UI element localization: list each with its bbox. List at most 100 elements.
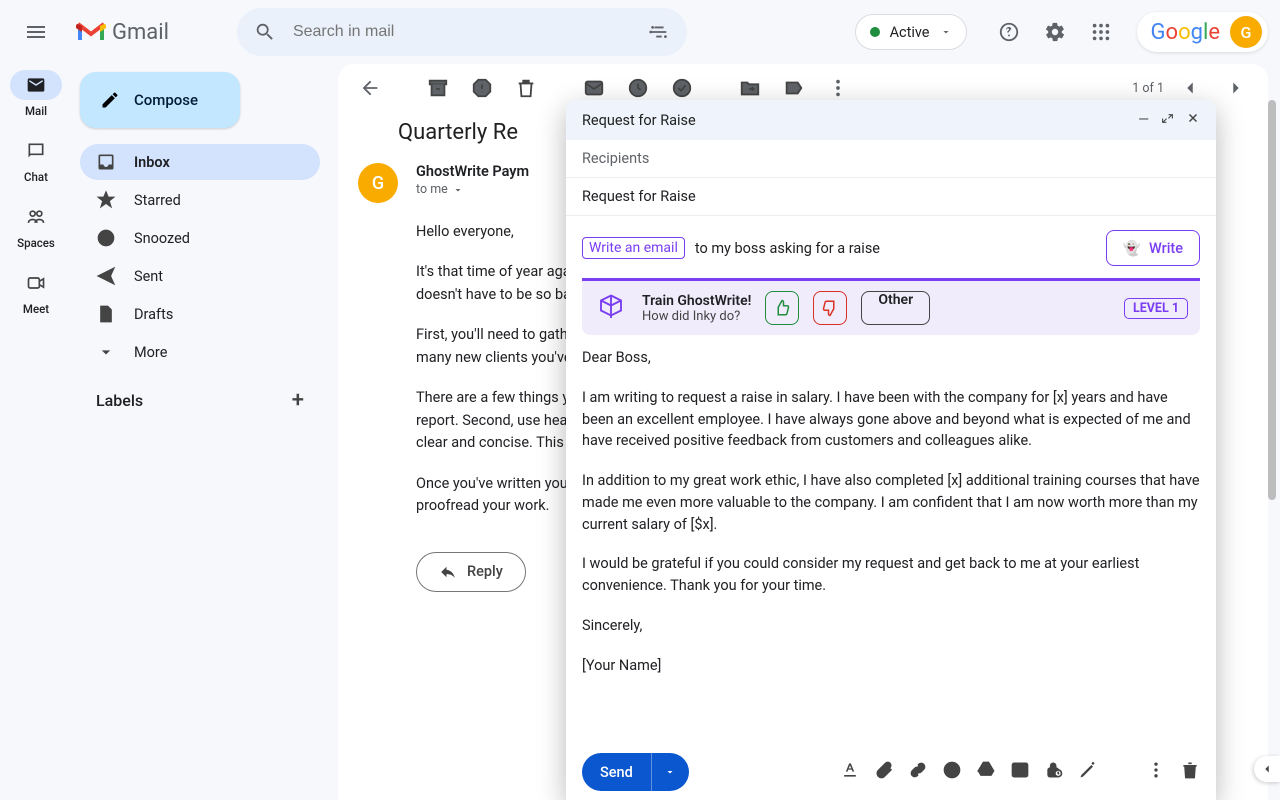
compose-footer: Send <box>566 744 1216 800</box>
rail-mail[interactable]: Mail <box>0 70 72 118</box>
close-button[interactable] <box>1186 111 1200 129</box>
search-icon[interactable] <box>245 12 285 52</box>
ghostwrite-prompt: Write an email to my boss asking for a r… <box>566 216 1216 278</box>
status-dot-icon <box>870 27 880 37</box>
sidebar-item-more[interactable]: More <box>80 334 320 370</box>
expand-button[interactable] <box>1161 112 1174 129</box>
compose-window: Request for Raise — Recipients Request f… <box>566 100 1216 800</box>
compose-header[interactable]: Request for Raise — <box>566 100 1216 140</box>
help-button[interactable] <box>989 12 1029 52</box>
archive-icon <box>427 77 449 99</box>
subject-field[interactable]: Request for Raise <box>566 178 1216 216</box>
arrow-left-icon <box>359 77 381 99</box>
mail-icon <box>26 75 46 95</box>
rail-spaces[interactable]: Spaces <box>0 202 72 250</box>
search-input[interactable] <box>293 23 631 41</box>
hamburger-icon <box>24 20 48 44</box>
train-title: Train GhostWrite! <box>642 293 751 309</box>
app-rail: Mail Chat Spaces Meet <box>0 64 72 316</box>
more-vert-icon <box>827 77 849 99</box>
drafts-icon <box>96 304 116 324</box>
status-chip[interactable]: Active <box>855 14 967 50</box>
delete-button[interactable] <box>506 68 546 108</box>
compose-title: Request for Raise <box>582 112 696 129</box>
compose-button[interactable]: Compose <box>80 72 240 128</box>
link-button[interactable] <box>908 760 928 784</box>
archive-button[interactable] <box>418 68 458 108</box>
reply-icon <box>439 563 457 581</box>
task-icon <box>671 77 693 99</box>
inbox-icon <box>96 152 116 172</box>
sidebar-item-sent[interactable]: Sent <box>80 258 320 294</box>
spam-icon <box>471 77 493 99</box>
thumbs-down-icon <box>821 299 839 317</box>
recipients-field[interactable]: Recipients <box>566 140 1216 178</box>
reply-button[interactable]: Reply <box>416 552 526 592</box>
gear-icon <box>1044 21 1066 43</box>
send-options-button[interactable] <box>651 753 689 791</box>
back-button[interactable] <box>350 68 390 108</box>
google-account-chip[interactable]: Google G <box>1137 12 1268 52</box>
rail-chat[interactable]: Chat <box>0 136 72 184</box>
star-icon <box>96 190 116 210</box>
chevron-down-icon <box>452 184 464 196</box>
account-avatar[interactable]: G <box>1230 16 1262 48</box>
apps-button[interactable] <box>1081 12 1121 52</box>
format-text-button[interactable] <box>840 760 860 784</box>
side-panel-toggle[interactable] <box>1254 756 1280 782</box>
send-button[interactable]: Send <box>582 753 689 791</box>
thumbs-up-button[interactable] <box>765 291 799 325</box>
discard-button[interactable] <box>1180 760 1200 784</box>
chevron-right-icon <box>1225 77 1247 99</box>
next-button[interactable] <box>1216 68 1256 108</box>
more-vert-icon <box>1146 760 1166 780</box>
attach-button[interactable] <box>874 760 894 784</box>
signature-button[interactable] <box>1078 760 1098 784</box>
gmail-logo[interactable]: Gmail <box>76 20 169 45</box>
thread-counter: 1 of 1 <box>1132 81 1164 96</box>
sender-avatar[interactable]: G <box>358 163 398 203</box>
image-button[interactable] <box>1010 760 1030 784</box>
compose-body[interactable]: Dear Boss, I am writing to request a rai… <box>566 347 1216 744</box>
rail-meet[interactable]: Meet <box>0 268 72 316</box>
settings-button[interactable] <box>1035 12 1075 52</box>
search-options-icon[interactable] <box>639 12 679 52</box>
format-toolbar <box>840 760 1200 784</box>
side-panel-scrollbar[interactable] <box>1268 100 1276 500</box>
trash-icon <box>515 77 537 99</box>
send-icon <box>96 266 116 286</box>
clock-icon <box>96 228 116 248</box>
folder-move-icon <box>739 77 761 99</box>
ghostwrite-write-button[interactable]: 👻 Write <box>1106 230 1200 266</box>
sidebar-item-snoozed[interactable]: Snoozed <box>80 220 320 256</box>
cube-icon <box>594 291 628 325</box>
link-icon <box>908 760 928 780</box>
ghostwrite-chip[interactable]: Write an email <box>582 237 685 259</box>
add-label-button[interactable]: + <box>292 388 304 413</box>
chevron-down-icon <box>940 26 952 38</box>
chevron-down-icon <box>96 342 116 362</box>
thumbs-down-button[interactable] <box>813 291 847 325</box>
lock-clock-icon <box>1044 760 1064 780</box>
sidebar-item-drafts[interactable]: Drafts <box>80 296 320 332</box>
to-me[interactable]: to me <box>416 182 529 197</box>
search-bar[interactable] <box>237 8 687 56</box>
trash-icon <box>1180 760 1200 780</box>
drive-button[interactable] <box>976 760 996 784</box>
close-icon <box>1186 111 1200 125</box>
sidebar-item-inbox[interactable]: Inbox <box>80 144 320 180</box>
chevron-left-icon <box>1260 762 1274 776</box>
sidebar-item-starred[interactable]: Starred <box>80 182 320 218</box>
menu-button[interactable] <box>12 8 60 56</box>
spaces-icon <box>26 207 46 227</box>
label-icon <box>783 77 805 99</box>
spam-button[interactable] <box>462 68 502 108</box>
confidential-button[interactable] <box>1044 760 1064 784</box>
emoji-button[interactable] <box>942 760 962 784</box>
minimize-button[interactable]: — <box>1138 112 1149 128</box>
paperclip-icon <box>874 760 894 780</box>
labels-header: Labels + <box>80 388 320 413</box>
header: Gmail Active Google G <box>0 0 1280 64</box>
feedback-other-button[interactable]: Other <box>861 291 930 325</box>
more-options-button[interactable] <box>1146 760 1166 784</box>
